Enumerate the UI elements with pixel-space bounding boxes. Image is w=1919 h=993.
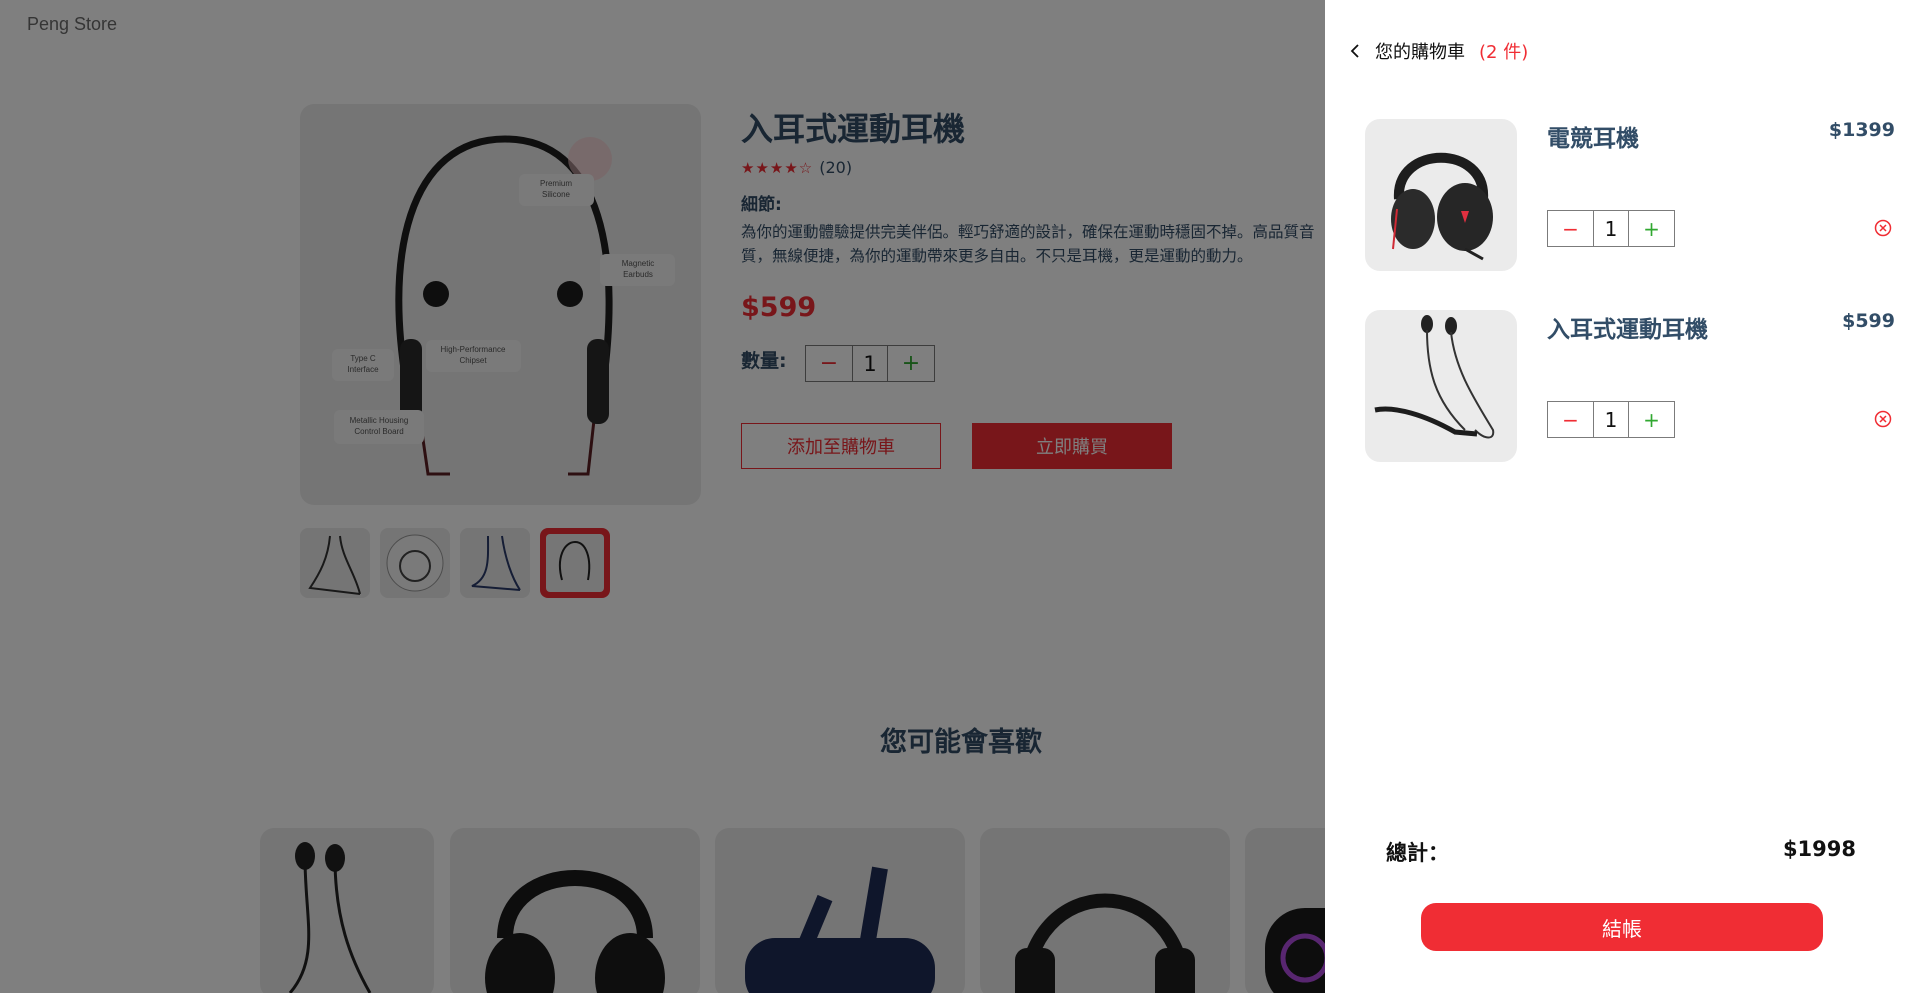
checkout-button[interactable]: 結帳 [1421, 903, 1823, 951]
cart-item-quantity-stepper: − 1 + [1547, 210, 1675, 247]
cart-item-count: (2 件) [1479, 42, 1529, 63]
cart-item-name: 電競耳機 [1547, 126, 1639, 152]
decrease-quantity-button[interactable]: − [1548, 211, 1594, 246]
remove-item-icon[interactable] [1874, 219, 1892, 237]
cart-item: 入耳式運動耳機 $599 − 1 + [1365, 310, 1895, 465]
cart-item-quantity: 1 [1604, 407, 1618, 432]
cart-item-name: 入耳式運動耳機 [1547, 317, 1708, 343]
cart-item-price: $599 [1842, 310, 1895, 332]
increase-quantity-button[interactable]: + [1628, 402, 1674, 437]
cart-drawer: 您的購物車 (2 件) 電競耳機 $1399 − 1 + 入耳式運動耳機 $59… [1325, 0, 1919, 993]
chevron-left-icon[interactable] [1347, 42, 1365, 60]
cart-total-value: $1998 [1782, 837, 1856, 861]
cart-total-label: 總計： [1386, 841, 1449, 865]
gaming-headphones-icon [1391, 152, 1493, 261]
cart-item-quantity: 1 [1604, 216, 1618, 241]
cart-item-quantity-stepper: − 1 + [1547, 401, 1675, 438]
decrease-quantity-button[interactable]: − [1548, 402, 1594, 437]
cart-header[interactable]: 您的購物車 (2 件) [1347, 38, 1528, 64]
cart-item-image [1365, 119, 1517, 271]
remove-item-icon[interactable] [1874, 410, 1892, 428]
sport-earphones-icon [1374, 315, 1495, 439]
increase-quantity-button[interactable]: + [1628, 211, 1674, 246]
cart-title: 您的購物車 [1375, 42, 1465, 63]
cart-item-image [1365, 310, 1517, 462]
cart-item-price: $1399 [1828, 119, 1895, 141]
cart-item: 電競耳機 $1399 − 1 + [1365, 119, 1895, 274]
